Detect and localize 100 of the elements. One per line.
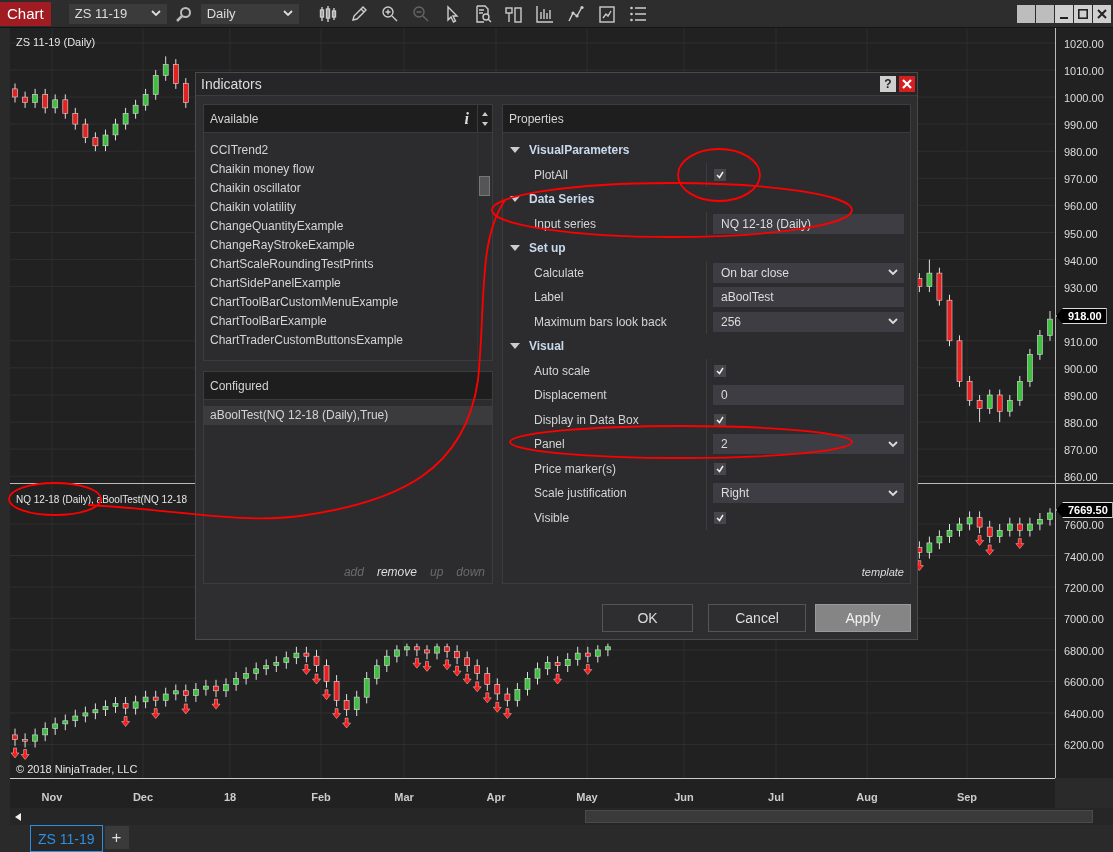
panel-layout-icon[interactable]: [504, 4, 523, 23]
indicator-list-item[interactable]: ChartScaleRoundingTestPrints: [204, 255, 477, 274]
property-label: Display in Data Box: [533, 411, 640, 429]
indicator-list-item[interactable]: ChangeRayStrokeExample: [204, 236, 477, 255]
checkbox[interactable]: [714, 413, 726, 426]
candlestick: [122, 107, 129, 131]
candlestick: [213, 679, 219, 698]
pencil-icon[interactable]: [349, 4, 368, 23]
caret-icon: [888, 489, 898, 497]
candlestick: [976, 510, 983, 534]
configured-indicator-item[interactable]: aBoolTest(NQ 12-18 (Daily),True): [204, 406, 492, 425]
indicator-list-item[interactable]: Chaikin oscillator: [204, 179, 477, 198]
indicator-list-item[interactable]: ChartSidePanelExample: [204, 274, 477, 293]
candlestick: [926, 536, 933, 560]
candlestick: [404, 643, 410, 657]
zoom-out-icon[interactable]: [411, 4, 430, 23]
dialog-button[interactable]: Cancel: [708, 604, 806, 632]
scrollbar-thumb[interactable]: [479, 176, 490, 196]
price-label: 1010.00: [1064, 65, 1104, 77]
candlestick: [1007, 394, 1013, 418]
property-label: Panel: [533, 436, 566, 453]
input-field[interactable]: NQ 12-18 (Daily): [713, 213, 904, 234]
horizontal-scrollbar[interactable]: [10, 808, 1113, 825]
interval-dropdown[interactable]: Daily: [200, 3, 299, 24]
document-search-icon[interactable]: [473, 4, 492, 23]
candlestick: [1017, 517, 1023, 538]
price-label: 6400.00: [1064, 707, 1104, 720]
candlestick: [132, 99, 139, 120]
dropdown[interactable]: 256: [713, 311, 904, 332]
input-field[interactable]: aBoolTest: [713, 287, 904, 308]
close-icon: [902, 79, 912, 89]
candlestick: [162, 687, 169, 708]
candlestick: [414, 643, 420, 657]
indicator-list-item[interactable]: CCITrend2: [204, 141, 477, 160]
candlestick-icon[interactable]: [318, 4, 337, 23]
candlestick: [384, 649, 390, 673]
indicator-list-item[interactable]: Chaikin money flow: [204, 160, 477, 179]
candlestick: [464, 651, 470, 673]
expand-triangle-icon[interactable]: [510, 195, 520, 204]
line-chart-icon[interactable]: [566, 4, 585, 23]
maximize-button[interactable]: [1074, 4, 1092, 23]
template-link[interactable]: template: [861, 566, 910, 583]
expand-triangle-icon[interactable]: [510, 342, 520, 351]
list-icon[interactable]: [628, 4, 647, 23]
indicator-list-item[interactable]: ChartToolBarCustomMenuExample: [204, 293, 477, 312]
checkbox[interactable]: [714, 168, 726, 181]
minimize-button[interactable]: [1055, 4, 1073, 23]
price-label: 6200.00: [1064, 739, 1104, 752]
price-label: 970.00: [1064, 173, 1098, 186]
candlestick: [62, 93, 69, 120]
panel-title: Available: [209, 111, 259, 126]
checkbox[interactable]: [714, 364, 726, 377]
expand-triangle-icon[interactable]: [510, 244, 520, 253]
candlestick: [564, 652, 571, 673]
dropdown[interactable]: 2: [713, 434, 904, 455]
close-button[interactable]: [1093, 4, 1111, 23]
candlestick: [544, 655, 551, 676]
clipboard-chart-icon[interactable]: [597, 4, 616, 23]
price-label: 900.00: [1064, 362, 1098, 375]
candlestick: [32, 88, 38, 109]
candlestick: [1047, 310, 1053, 342]
price-marker: 7669.50: [1056, 502, 1113, 518]
dropdown[interactable]: Right: [713, 483, 904, 504]
dialog-button[interactable]: OK: [602, 604, 693, 632]
time-label: Dec: [132, 791, 154, 803]
info-button[interactable]: i: [464, 109, 469, 128]
candlestick: [102, 129, 109, 152]
indicator-list-item[interactable]: ChangeQuantityExample: [204, 217, 477, 236]
indicator-list-item[interactable]: ChartTraderCustomButtonsExample: [204, 331, 477, 350]
search-icon[interactable]: [175, 5, 192, 22]
time-label: May: [576, 791, 598, 803]
price-label: 1020.00: [1064, 37, 1104, 50]
window-tile-button[interactable]: [1017, 4, 1035, 23]
price-label: 980.00: [1064, 146, 1098, 159]
close-icon: [1097, 8, 1107, 19]
scroll-left-icon[interactable]: [15, 812, 21, 821]
series-label: ZS 11-19 (Daily): [16, 36, 96, 48]
action-link[interactable]: remove: [376, 565, 417, 579]
input-field[interactable]: 0: [713, 385, 904, 406]
property-label: Auto scale: [533, 362, 592, 380]
help-button[interactable]: ?: [880, 76, 896, 92]
candlestick: [193, 682, 199, 703]
chart-tab[interactable]: ZS 11-19: [30, 825, 103, 852]
candlestick: [936, 529, 943, 550]
expand-triangle-icon[interactable]: [510, 146, 520, 155]
price-label: 6800.00: [1064, 644, 1104, 657]
candlestick: [504, 687, 511, 708]
chart-title-button[interactable]: Chart: [0, 1, 51, 26]
indicator-list-item[interactable]: ChartToolBarExample: [204, 312, 477, 331]
indicator-list-item[interactable]: Chaikin volatility: [204, 198, 477, 217]
add-tab-button[interactable]: +: [104, 826, 129, 849]
checkbox[interactable]: [714, 511, 726, 524]
zoom-in-icon[interactable]: [380, 4, 399, 23]
close-button[interactable]: [899, 76, 915, 92]
window-tile-button[interactable]: [1036, 4, 1054, 23]
instrument-dropdown[interactable]: ZS 11-19: [68, 3, 167, 24]
dropdown[interactable]: On bar close: [713, 262, 904, 283]
checkbox[interactable]: [714, 462, 726, 475]
scrollbar-thumb[interactable]: [585, 810, 1093, 823]
bar-chart-icon[interactable]: [535, 4, 554, 23]
